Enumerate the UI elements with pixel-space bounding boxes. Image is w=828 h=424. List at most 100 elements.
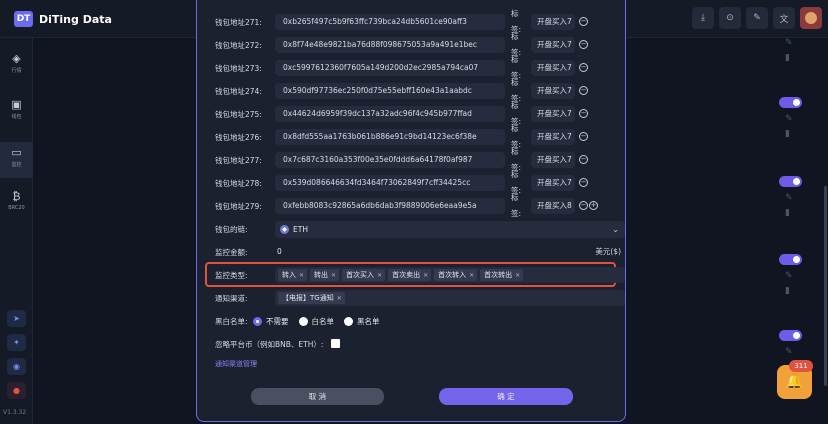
- tag-input[interactable]: 开盘买入7: [531, 175, 575, 191]
- blackwhite-row: 黑白名单: 不需要 白名单 黑名单: [215, 313, 625, 329]
- edit-icon[interactable]: ✎: [785, 38, 793, 48]
- version: V1.3.32: [3, 409, 27, 416]
- confirm-button[interactable]: 确 定: [439, 388, 573, 405]
- edit-icon[interactable]: ✎: [785, 114, 793, 124]
- close-icon[interactable]: ✕: [337, 295, 342, 302]
- eth-icon: ◆: [280, 225, 289, 234]
- type-chip[interactable]: 转入 ✕: [278, 269, 308, 281]
- remove-icon[interactable]: −: [579, 63, 588, 72]
- weibo-icon[interactable]: ●: [7, 382, 26, 399]
- address-row: 钱包地址273: 0xc5997612360f7605a149d200d2ec2…: [215, 55, 588, 80]
- cancel-button[interactable]: 取 消: [251, 388, 384, 405]
- toggle-switch[interactable]: [779, 254, 802, 265]
- download-icon[interactable]: ⤓: [692, 7, 714, 29]
- address-input[interactable]: 0x7c687c3160a353f00e35e0fddd6a64178f0af9…: [275, 152, 505, 168]
- close-icon[interactable]: ✕: [423, 272, 428, 279]
- sidebar-item-label: 钱包: [11, 114, 22, 120]
- ignore-platform-checkbox[interactable]: [331, 339, 340, 348]
- toggle-switch[interactable]: [779, 97, 802, 108]
- tag-input[interactable]: 开盘买入7: [531, 152, 575, 168]
- address-label: 钱包地址274:: [215, 86, 262, 96]
- discord-icon[interactable]: ◉: [7, 358, 26, 375]
- avatar[interactable]: [800, 7, 822, 29]
- wallet-icon[interactable]: ⊙: [719, 7, 741, 29]
- radio-blacklist[interactable]: 黑名单: [344, 316, 380, 327]
- address-input[interactable]: 0xb265f497c5b9f63ffc739bca24db5601ce90af…: [275, 14, 505, 30]
- notify-channel-select[interactable]: 【电报】TG通知 ✕: [275, 290, 625, 306]
- close-icon[interactable]: ✕: [299, 272, 304, 279]
- chip-label: 【电报】TG通知: [282, 294, 334, 302]
- type-chip[interactable]: 首次卖出 ✕: [388, 269, 432, 281]
- tag-input[interactable]: 开盘买入8: [531, 198, 575, 214]
- toggle-switch[interactable]: [779, 176, 802, 187]
- monitor-type-select[interactable]: 转入 ✕ 转出 ✕ 首次买入 ✕ 首次卖出 ✕ 首次转入 ✕ 首次转出 ✕: [275, 267, 625, 283]
- channel-chip[interactable]: 【电报】TG通知 ✕: [278, 292, 345, 304]
- monitor-type-row: 监控类型: 转入 ✕ 转出 ✕ 首次买入 ✕ 首次卖出 ✕ 首次转入 ✕ 首次转出 ✕: [215, 267, 625, 283]
- remove-icon[interactable]: −: [579, 178, 588, 187]
- remove-icon[interactable]: −: [579, 201, 588, 210]
- address-label: 钱包地址275:: [215, 109, 262, 119]
- type-chip[interactable]: 转出 ✕: [310, 269, 340, 281]
- toggle-switch[interactable]: [779, 330, 802, 341]
- sidebar-item-label: BRC20: [8, 205, 25, 211]
- remove-icon[interactable]: −: [579, 109, 588, 118]
- address-row: 钱包地址277: 0x7c687c3160a353f00e35e0fddd6a6…: [215, 147, 588, 172]
- remove-icon[interactable]: −: [579, 17, 588, 26]
- tag-input[interactable]: 开盘买入7: [531, 83, 575, 99]
- sidebar-item-monitor[interactable]: ▭ 监控: [0, 142, 33, 178]
- tag-input[interactable]: 开盘买入7: [531, 60, 575, 76]
- type-chip[interactable]: 首次转入 ✕: [434, 269, 478, 281]
- address-row: 钱包地址272: 0x8f74e48e9821ba76d88f098675053…: [215, 32, 588, 57]
- delete-icon[interactable]: ▮: [785, 286, 790, 296]
- tag-input[interactable]: 开盘买入7: [531, 37, 575, 53]
- address-input[interactable]: 0xc5997612360f7605a149d200d2ec2985a794ca…: [275, 60, 505, 76]
- address-input[interactable]: 0x539d086646634fd3464f73062849f7cff34425…: [275, 175, 505, 191]
- tag-input[interactable]: 开盘买入7: [531, 106, 575, 122]
- close-icon[interactable]: ✕: [331, 272, 336, 279]
- ignore-platform-row: 忽略平台币（例如BNB、ETH）:: [215, 336, 625, 352]
- amount-input[interactable]: 0 美元($): [275, 244, 625, 260]
- type-chip[interactable]: 首次买入 ✕: [342, 269, 386, 281]
- address-input[interactable]: 0xfebb8083c92865a6db6dab3f9889006e6eaa9e…: [275, 198, 505, 214]
- chain-label: 钱包的链:: [215, 224, 248, 234]
- remove-icon[interactable]: −: [579, 155, 588, 164]
- delete-icon[interactable]: ▮: [785, 208, 790, 218]
- radio-none[interactable]: 不需要: [253, 316, 289, 327]
- close-icon[interactable]: ✕: [377, 272, 382, 279]
- delete-icon[interactable]: ▮: [785, 129, 790, 139]
- manage-channel-link[interactable]: 通知渠道管理: [215, 359, 257, 369]
- edit-icon[interactable]: ✎: [785, 271, 793, 281]
- address-input[interactable]: 0x590df97736ec250f0d75e55ebff160e43a1aab…: [275, 83, 505, 99]
- tag-input[interactable]: 开盘买入7: [531, 129, 575, 145]
- remove-icon[interactable]: −: [579, 132, 588, 141]
- remove-icon[interactable]: −: [579, 40, 588, 49]
- type-chip[interactable]: 首次转出 ✕: [480, 269, 524, 281]
- edit-icon[interactable]: ✎: [746, 7, 768, 29]
- address-input[interactable]: 0x44624d6959f39dc137a32adc96f4c945b977ff…: [275, 106, 505, 122]
- chevron-down-icon: ⌄: [612, 225, 619, 234]
- address-input[interactable]: 0x8f74e48e9821ba76d88f098675053a9a491e1b…: [275, 37, 505, 53]
- sidebar-item-brc20[interactable]: ₿ BRC20: [0, 190, 33, 224]
- twitter-icon[interactable]: ✦: [7, 334, 26, 351]
- scrollbar[interactable]: [824, 186, 827, 386]
- edit-icon[interactable]: ✎: [785, 193, 793, 203]
- telegram-icon[interactable]: ➤: [7, 310, 26, 327]
- chain-select[interactable]: ◆ ETH ⌄: [275, 221, 625, 238]
- sidebar-item-wallet[interactable]: ▣ 钱包: [0, 98, 33, 132]
- close-icon[interactable]: ✕: [469, 272, 474, 279]
- add-icon[interactable]: +: [589, 201, 598, 210]
- tag-input[interactable]: 开盘买入7: [531, 14, 575, 30]
- radio-dot: [253, 316, 262, 326]
- remove-icon[interactable]: −: [579, 86, 588, 95]
- edit-icon[interactable]: ✎: [785, 347, 793, 357]
- bitcoin-icon: ₿: [12, 190, 21, 203]
- sidebar: ◈ 行情 ▣ 钱包 ▭ 监控 ₿ BRC20 ➤ ✦ ◉ ●: [0, 38, 33, 424]
- address-label: 钱包地址273:: [215, 63, 262, 73]
- radio-whitelist[interactable]: 白名单: [298, 316, 334, 327]
- translate-icon[interactable]: 文: [773, 7, 795, 29]
- address-input[interactable]: 0x8dfd555aa1763b061b886e91c9bd14123ec6f3…: [275, 129, 505, 145]
- sidebar-item-market[interactable]: ◈ 行情: [0, 52, 33, 86]
- delete-icon[interactable]: ▮: [785, 53, 790, 63]
- logo[interactable]: DT DiTing Data: [14, 11, 112, 27]
- close-icon[interactable]: ✕: [515, 272, 520, 279]
